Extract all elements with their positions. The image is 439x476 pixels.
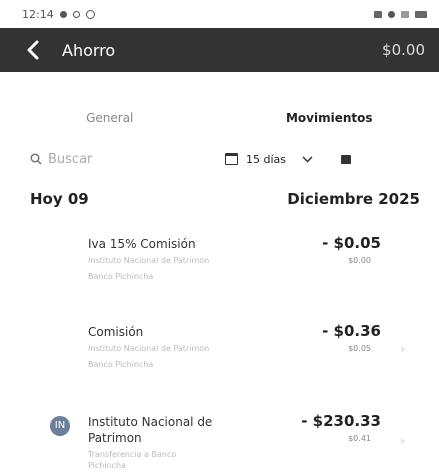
notification-icon (59, 10, 67, 18)
signal-icon (401, 10, 409, 18)
transaction-item[interactable]: IN Instituto Nacional de Patrimon Transf… (0, 412, 439, 476)
transaction-amount: - $0.36 (322, 322, 381, 340)
transaction-bank: Banco Pichincha (88, 360, 154, 369)
chevron-right-icon: › (400, 342, 405, 356)
transaction-balance: $0.41 (348, 434, 371, 443)
date-day: Hoy 09 (30, 190, 89, 208)
transaction-title: Iva 15% Comisión (88, 237, 196, 251)
wifi-icon (388, 10, 395, 18)
page-title: Ahorro (62, 40, 116, 60)
tab-general[interactable]: General (0, 98, 220, 138)
circle-icon (85, 9, 95, 19)
toolbar: Buscar 15 días (30, 146, 425, 172)
transaction-balance: $0.00 (348, 256, 371, 265)
transaction-subtitle: Transferencia a Banco Pichincha (88, 450, 177, 470)
date-month: Diciembre 2025 (287, 190, 420, 208)
transaction-bank: Banco Pichincha (88, 272, 154, 281)
header-balance: $0.00 (382, 41, 425, 59)
search-placeholder: Buscar (48, 151, 93, 167)
date-filter[interactable]: 15 días (225, 153, 313, 166)
transaction-balance: $0.05 (348, 344, 371, 353)
transaction-amount: - $0.05 (322, 234, 381, 252)
export-icon[interactable] (341, 154, 352, 164)
transaction-item[interactable]: Iva 15% Comisión Instituto Nacional de P… (0, 234, 439, 296)
vibrate-icon (374, 10, 382, 18)
date-header: Hoy 09 Diciembre 2025 (30, 190, 420, 208)
transaction-amount: - $230.33 (301, 412, 381, 430)
search-field[interactable]: Buscar (30, 152, 225, 167)
search-icon (30, 153, 42, 165)
tab-movimientos[interactable]: Movimientos (220, 98, 439, 138)
status-time: 12:14 (22, 7, 54, 21)
chevron-right-icon: › (400, 434, 405, 448)
status-bar: 12:14 (0, 0, 439, 28)
transaction-subtitle: Instituto Nacional de Patrimon (88, 344, 210, 353)
avatar: IN (50, 416, 70, 436)
date-filter-label: 15 días (246, 152, 287, 166)
transaction-title: Comisión (88, 325, 144, 339)
tab-bar: General Movimientos (0, 98, 439, 138)
calendar-icon (225, 153, 238, 165)
sync-icon (72, 10, 80, 18)
app-header: Ahorro $0.00 (0, 28, 439, 72)
back-arrow-icon[interactable] (26, 39, 48, 61)
transaction-item[interactable]: Comisión Instituto Nacional de Patrimon … (0, 322, 439, 384)
chevron-down-icon (302, 155, 313, 163)
transaction-title: Instituto Nacional de Patrimon (88, 415, 213, 445)
battery-icon (415, 10, 427, 18)
transaction-subtitle: Instituto Nacional de Patrimon (88, 256, 210, 265)
